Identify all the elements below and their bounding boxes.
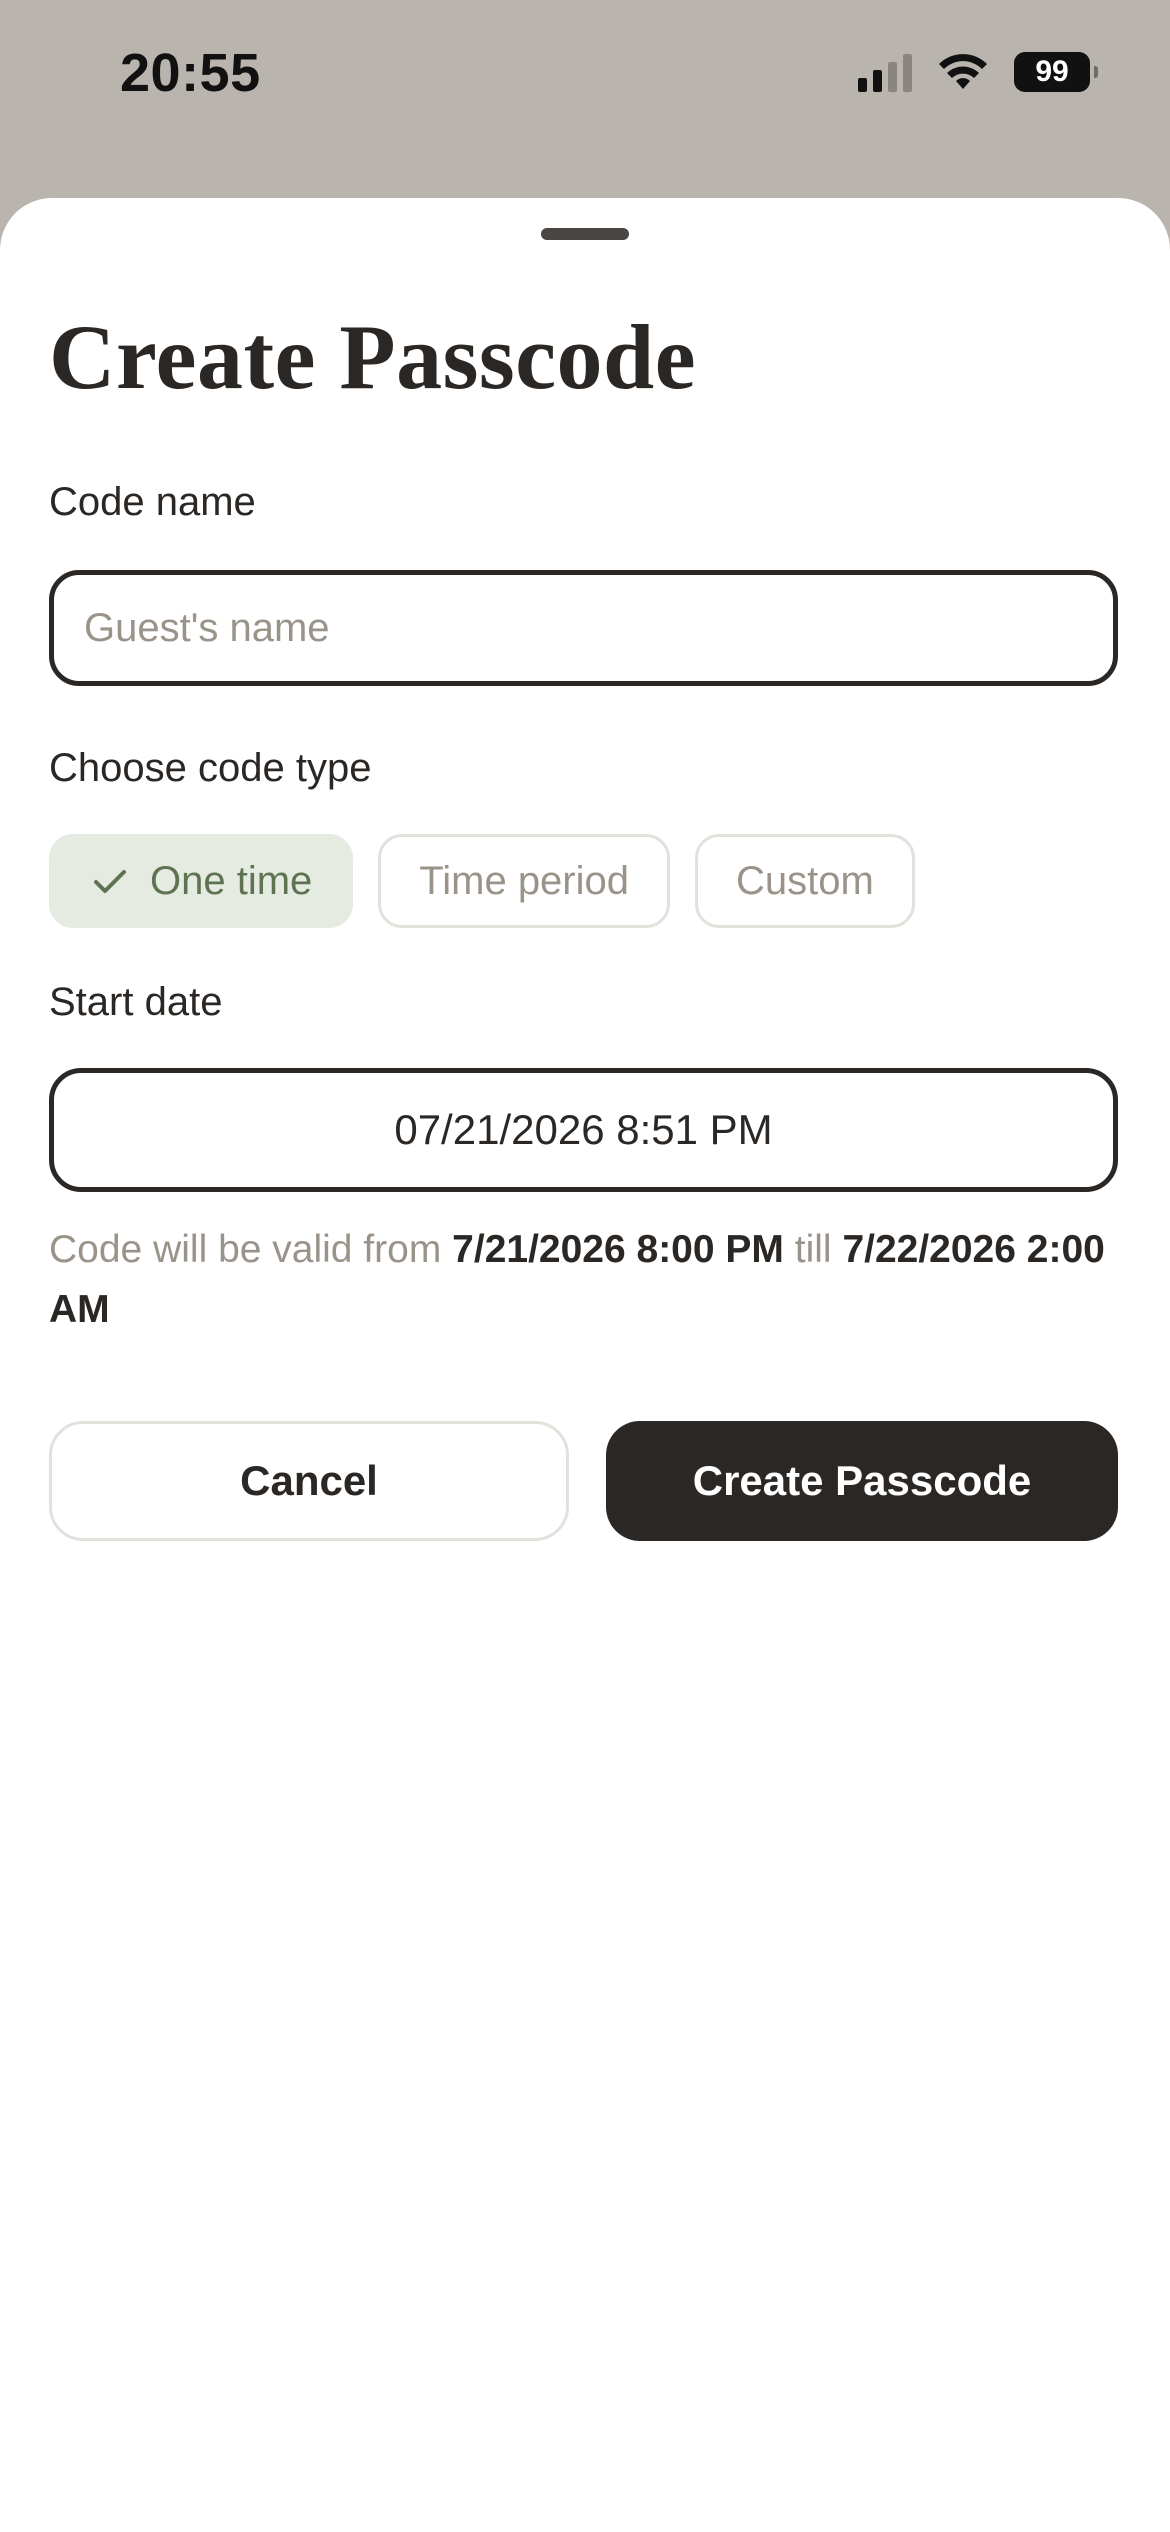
code-type-custom-label: Custom	[736, 858, 874, 903]
create-passcode-button[interactable]: Create Passcode	[606, 1421, 1118, 1541]
validity-prefix: Code will be valid from	[49, 1228, 442, 1271]
validity-from: 7/21/2026 8:00 PM	[452, 1228, 784, 1271]
code-type-time-period-label: Time period	[419, 858, 630, 903]
status-time: 20:55	[120, 43, 261, 103]
wifi-icon	[939, 54, 987, 89]
code-name-label: Code name	[49, 480, 256, 524]
sheet-grabber-handle[interactable]	[541, 228, 629, 240]
code-type-selector: One time Time period Custom	[49, 834, 915, 928]
code-type-one-time-label: One time	[150, 858, 313, 903]
battery-level: 99	[1035, 55, 1069, 88]
code-type-label: Choose code type	[49, 746, 372, 790]
cellular-signal-icon	[858, 52, 912, 92]
start-date-label: Start date	[49, 980, 223, 1024]
battery-icon: 99	[1014, 52, 1098, 92]
cancel-button[interactable]: Cancel	[49, 1421, 569, 1541]
start-date-value: 07/21/2026 8:51 PM	[394, 1106, 773, 1153]
code-name-input[interactable]	[54, 605, 1113, 651]
code-type-one-time[interactable]: One time	[49, 834, 354, 928]
validity-note: Code will be valid from 7/21/2026 8:00 P…	[49, 1220, 1129, 1340]
code-name-field-container	[49, 570, 1118, 686]
checkmark-icon	[94, 870, 126, 893]
status-bar: 20:55 99	[0, 0, 1170, 196]
status-icons: 99	[858, 52, 1098, 92]
code-type-time-period[interactable]: Time period	[378, 834, 671, 928]
page-title: Create Passcode	[49, 306, 697, 408]
create-passcode-sheet: Create Passcode Code name Choose code ty…	[0, 198, 1170, 2532]
code-type-custom[interactable]: Custom	[695, 834, 915, 928]
start-date-picker[interactable]: 07/21/2026 8:51 PM	[49, 1068, 1118, 1192]
validity-middle: till	[794, 1228, 832, 1271]
